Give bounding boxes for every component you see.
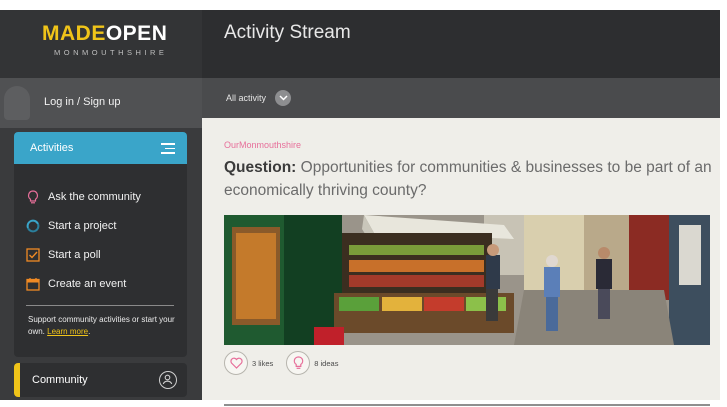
community-accent [14, 363, 20, 397]
market-photo-illustration [224, 215, 710, 345]
menu-item-label: Create an event [48, 278, 127, 290]
user-icon [159, 371, 177, 389]
login-bar[interactable]: Log in / Sign up [0, 78, 202, 128]
lightbulb-icon [26, 190, 40, 204]
market-street-photo[interactable] [224, 215, 710, 345]
activity-filter-label[interactable]: All activity [226, 93, 266, 103]
sidebar: MADEOPEN MONMOUTHSHIRE Log in / Sign up … [0, 10, 202, 400]
menu-item-ask-community[interactable]: Ask the community [26, 187, 141, 207]
divider [26, 305, 174, 306]
question-text: Opportunities for communities & business… [224, 159, 712, 199]
project-icon [26, 219, 40, 233]
avatar [4, 86, 30, 120]
chevron-down-icon[interactable] [275, 90, 291, 106]
divider [224, 404, 710, 406]
main-header: Activity Stream [202, 10, 720, 78]
card-actions: 3 likes 8 ideas [224, 350, 351, 376]
support-text: Support community activities or start yo… [28, 315, 175, 336]
menu-icon[interactable] [161, 143, 175, 154]
app-frame: MADEOPEN MONMOUTHSHIRE Log in / Sign up … [0, 0, 727, 407]
ideas-count: 8 ideas [314, 358, 339, 368]
login-signup-link[interactable]: Log in / Sign up [44, 96, 120, 108]
activities-panel: Activities Ask the community Start a pro… [14, 132, 187, 357]
community-button[interactable]: Community [14, 363, 187, 397]
activity-feed: OurMonmouthshire Question: Opportunities… [202, 118, 720, 400]
activities-header-label: Activities [30, 142, 74, 154]
menu-item-label: Ask the community [48, 191, 141, 203]
likes-count: 3 likes [252, 358, 274, 368]
menu-item-start-poll[interactable]: Start a poll [26, 245, 101, 265]
menu-item-label: Start a project [48, 220, 117, 232]
lightbulb-icon [293, 356, 304, 369]
question-prefix: Question: [224, 159, 297, 176]
logo-subtitle: MONMOUTHSHIRE [54, 48, 168, 57]
activities-header[interactable]: Activities [14, 132, 187, 164]
menu-item-create-event[interactable]: Create an event [26, 274, 126, 294]
logo-made: MADE [42, 22, 106, 45]
community-label: Community [32, 374, 88, 386]
menu-item-label: Start a poll [48, 249, 101, 261]
logo-open: OPEN [105, 22, 168, 45]
heart-icon [229, 357, 243, 369]
menu-item-start-project[interactable]: Start a project [26, 216, 116, 236]
like-button[interactable] [224, 351, 248, 375]
ideas-button[interactable] [286, 351, 311, 375]
learn-more-link[interactable]: Learn more [47, 327, 88, 336]
card-source-link[interactable]: OurMonmouthshire [224, 140, 301, 150]
logo[interactable]: MADEOPEN MONMOUTHSHIRE [0, 10, 202, 78]
poll-checkbox-icon [26, 248, 40, 262]
card-title[interactable]: Question: Opportunities for communities … [224, 156, 714, 202]
page-title: Activity Stream [224, 22, 351, 43]
filter-bar: All activity [202, 78, 720, 118]
calendar-icon [26, 277, 40, 291]
logo-wordmark: MADEOPEN [42, 22, 167, 46]
